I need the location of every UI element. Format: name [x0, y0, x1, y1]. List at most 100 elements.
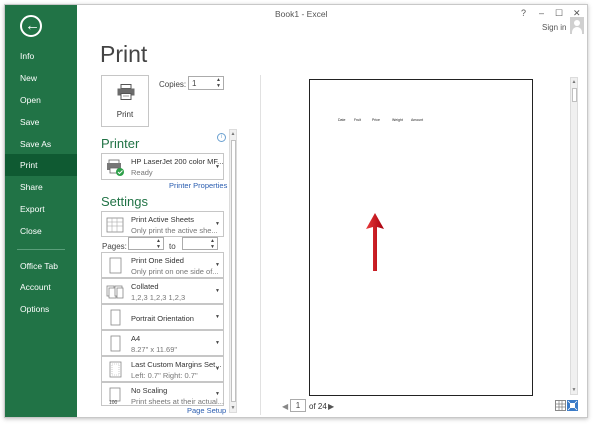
next-page-button[interactable]: ▶ — [328, 402, 334, 411]
chevron-down-icon: ▼ — [215, 340, 220, 346]
sidebar-item-new[interactable]: New — [5, 67, 77, 89]
print-what-title: Print Active Sheets — [131, 215, 194, 224]
paper-size-title: A4 — [131, 334, 141, 343]
back-button[interactable]: ← — [20, 15, 42, 37]
pages-to-label: to — [169, 242, 176, 251]
preview-header-weight: Weight — [392, 118, 403, 122]
zoom-page-icon — [567, 400, 578, 411]
sidebar-item-export[interactable]: Export — [5, 198, 77, 220]
scaling-dropdown[interactable]: 100 No Scaling Print sheets at their act… — [101, 382, 224, 406]
printer-section-title: Printer — [101, 136, 140, 151]
printer-dropdown[interactable]: HP LaserJet 200 color MF... Ready ▼ — [101, 153, 224, 180]
print-sides-dropdown[interactable]: Print One Sided Only print on one side o… — [101, 252, 224, 278]
zoom-to-page-button[interactable] — [567, 400, 578, 411]
total-pages-label: of 24 — [309, 402, 327, 411]
margins-dropdown[interactable]: Last Custom Margins Set... Left: 0.7" Ri… — [101, 356, 224, 382]
settings-scrollbar[interactable]: ▲ ▼ — [229, 129, 237, 413]
collate-title: Collated — [131, 282, 159, 291]
preview-header-fruit: Fruit — [354, 118, 361, 122]
paper-size-icon — [110, 335, 121, 352]
restore-button[interactable]: ☐ — [555, 8, 563, 19]
sidebar-item-share[interactable]: Share — [5, 176, 77, 198]
spinner-arrows-icon[interactable]: ▲ ▼ — [210, 238, 215, 250]
printer-name: HP LaserJet 200 color MF... — [131, 157, 224, 166]
spinner-arrows-icon[interactable]: ▲ ▼ — [216, 77, 221, 89]
settings-scroll-thumb[interactable] — [231, 140, 236, 402]
preview-header-amount: Amount — [411, 118, 424, 122]
print-sides-desc: Only print on one side of... — [131, 267, 219, 276]
chevron-down-icon: ▼ — [215, 391, 220, 397]
margins-icon — [109, 361, 122, 378]
sidebar-item-office-tab[interactable]: Office Tab — [5, 255, 77, 277]
preview-scroll-thumb[interactable] — [572, 88, 577, 102]
pages-label: Pages: — [102, 242, 127, 251]
collate-desc: 1,2,3 1,2,3 1,2,3 — [131, 293, 186, 302]
chevron-down-icon: ▼ — [215, 288, 220, 294]
printer-icon — [117, 84, 135, 100]
sheet-grid-icon — [106, 217, 124, 233]
scroll-down-icon[interactable]: ▼ — [571, 387, 577, 393]
copies-value: 1 — [192, 79, 197, 88]
panel-divider — [260, 75, 261, 415]
orientation-title: Portrait Orientation — [131, 314, 194, 323]
printer-ready-icon — [107, 159, 124, 176]
no-scaling-icon: 100 — [109, 387, 121, 405]
paper-size-desc: 8.27" x 11.69" — [131, 345, 178, 354]
orientation-dropdown[interactable]: Portrait Orientation ▼ — [101, 304, 224, 330]
preview-scrollbar[interactable]: ▲ ▼ — [570, 77, 578, 395]
show-margins-button[interactable] — [555, 400, 566, 411]
current-page-input[interactable]: 1 — [290, 399, 306, 412]
page-title: Print — [100, 41, 148, 67]
scroll-up-icon[interactable]: ▲ — [571, 79, 577, 85]
sidebar-item-account[interactable]: Account — [5, 276, 77, 298]
window-title: Book1 - Excel — [275, 9, 328, 19]
back-arrow-icon: ← — [25, 17, 40, 34]
printer-status: Ready — [131, 168, 153, 177]
preview-header-price: Price — [372, 118, 380, 122]
print-button-label: Print — [116, 110, 134, 119]
spinner-arrows-icon[interactable]: ▲ ▼ — [156, 238, 161, 250]
collated-pages-icon — [106, 285, 124, 299]
chevron-down-icon: ▼ — [215, 163, 220, 170]
margins-grid-icon — [556, 401, 565, 410]
printer-properties-link[interactable]: Printer Properties — [169, 181, 227, 190]
preview-header-date: Date — [338, 118, 346, 122]
print-sides-title: Print One Sided — [131, 256, 184, 265]
scroll-up-icon[interactable]: ▲ — [230, 131, 236, 137]
sidebar-item-options[interactable]: Options — [5, 298, 77, 320]
pages-to-input[interactable]: ▲ ▼ — [182, 237, 218, 250]
help-button[interactable]: ? — [521, 8, 526, 18]
chevron-down-icon: ▼ — [215, 221, 220, 227]
previous-page-button[interactable]: ◀ — [282, 402, 288, 411]
sidebar-item-save-as[interactable]: Save As — [5, 133, 77, 155]
info-icon[interactable]: i — [217, 133, 226, 142]
print-button[interactable]: Print — [101, 75, 149, 127]
pages-from-input[interactable]: ▲ ▼ — [128, 237, 164, 250]
settings-section-title: Settings — [101, 194, 148, 209]
svg-text:100: 100 — [109, 400, 118, 405]
sidebar-item-save[interactable]: Save — [5, 111, 77, 133]
sidebar-item-close[interactable]: Close — [5, 220, 77, 242]
sidebar-item-open[interactable]: Open — [5, 89, 77, 111]
copies-stepper[interactable]: 1 ▲ ▼ — [188, 76, 224, 90]
paper-size-dropdown[interactable]: A4 8.27" x 11.69" ▼ — [101, 330, 224, 356]
scroll-down-icon[interactable]: ▼ — [230, 405, 236, 411]
print-what-desc: Only print the active she... — [131, 226, 218, 235]
sidebar-item-print[interactable]: Print — [5, 154, 77, 176]
avatar-icon[interactable] — [570, 17, 584, 34]
sidebar-item-info[interactable]: Info — [5, 45, 77, 67]
chevron-down-icon: ▼ — [215, 366, 220, 372]
minimize-button[interactable]: – — [539, 8, 544, 18]
sidebar-divider — [17, 249, 65, 250]
chevron-down-icon: ▼ — [215, 314, 220, 320]
collate-dropdown[interactable]: Collated 1,2,3 1,2,3 1,2,3 ▼ — [101, 278, 224, 304]
chevron-down-icon: ▼ — [215, 262, 220, 268]
page-setup-link[interactable]: Page Setup — [187, 406, 226, 415]
sign-in-link[interactable]: Sign in — [542, 23, 566, 32]
portrait-page-icon — [110, 309, 121, 326]
backstage-window: ← Info New Open Save Save As Print Share… — [4, 4, 588, 418]
backstage-sidebar: ← Info New Open Save Save As Print Share… — [5, 5, 77, 417]
margins-desc: Left: 0.7" Right: 0.7" — [131, 371, 198, 380]
one-sided-page-icon — [109, 257, 122, 274]
print-what-dropdown[interactable]: Print Active Sheets Only print the activ… — [101, 211, 224, 237]
